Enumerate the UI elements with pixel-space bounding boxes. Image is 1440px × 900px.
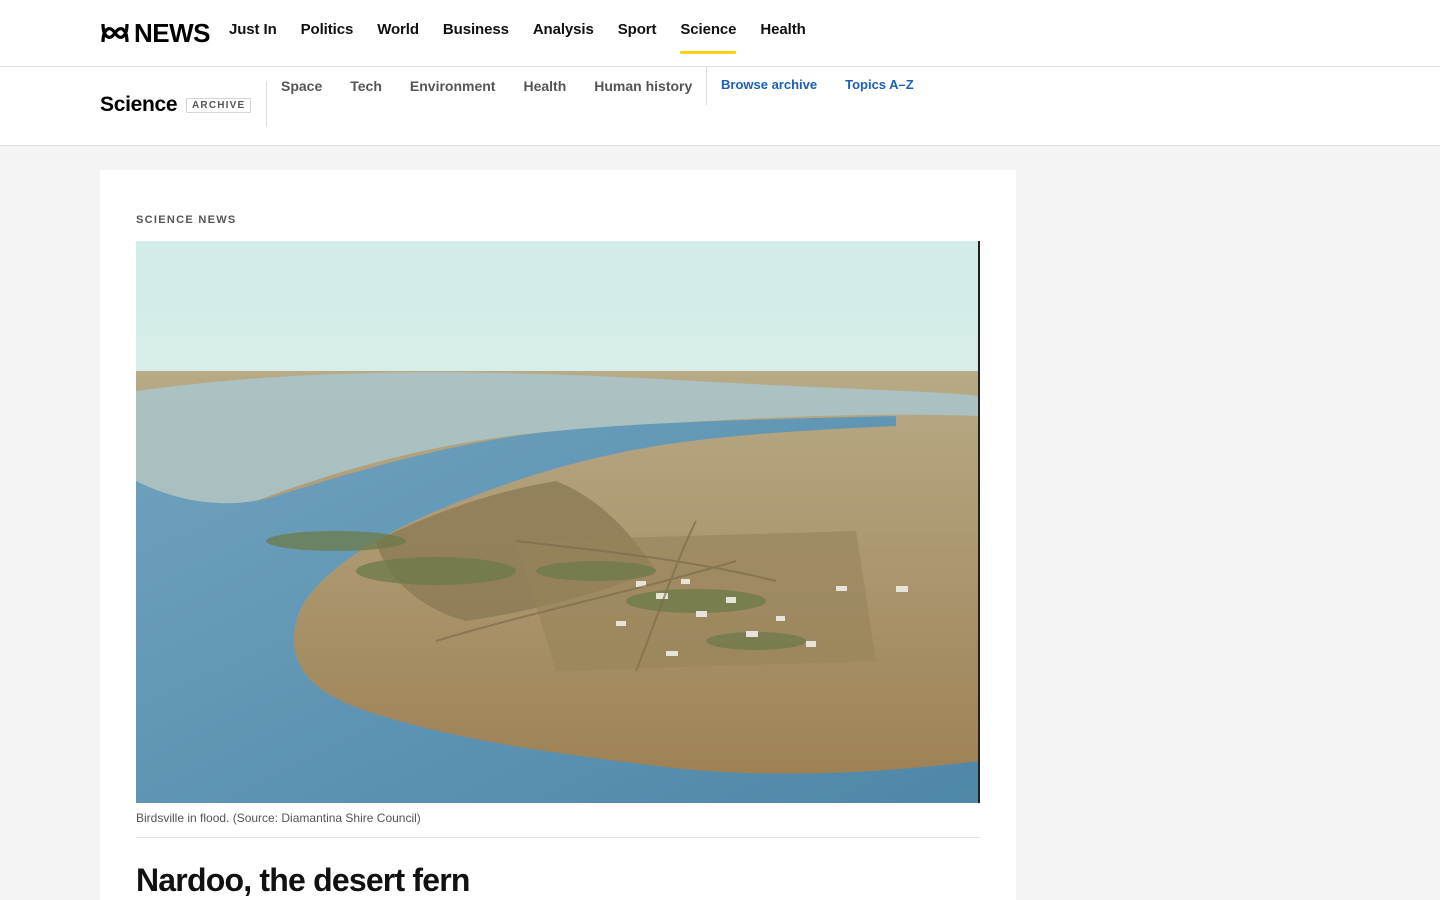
image-caption: Birdsville in flood. (Source: Diamantina… bbox=[136, 811, 421, 825]
nav-business[interactable]: Business bbox=[443, 0, 509, 54]
section-title[interactable]: Science bbox=[100, 93, 178, 117]
subnav-human-history[interactable]: Human history bbox=[594, 78, 692, 94]
divider bbox=[706, 67, 707, 105]
nav-science[interactable]: Science bbox=[680, 0, 737, 54]
subnav-environment[interactable]: Environment bbox=[410, 78, 496, 94]
nav-just-in[interactable]: Just In bbox=[229, 0, 277, 54]
subnav-health[interactable]: Health bbox=[523, 78, 566, 94]
nav-politics[interactable]: Politics bbox=[301, 0, 354, 54]
utility-nav: Browse archive Topics A–Z bbox=[721, 77, 914, 92]
nav-sport[interactable]: Sport bbox=[618, 0, 657, 54]
archive-badge: ARCHIVE bbox=[186, 98, 252, 113]
nav-world[interactable]: World bbox=[377, 0, 419, 54]
aerial-flood-photo-icon bbox=[136, 241, 980, 803]
main-nav: Just In Politics World Business Analysis… bbox=[229, 0, 806, 66]
divider bbox=[266, 81, 267, 127]
hero-image bbox=[136, 241, 980, 803]
abc-news-logo[interactable]: NEWS bbox=[100, 18, 211, 48]
abc-logo-icon bbox=[101, 23, 129, 43]
top-navigation-bar: NEWS Just In Politics World Business Ana… bbox=[0, 0, 1440, 67]
subnav-space[interactable]: Space bbox=[281, 78, 322, 94]
divider bbox=[136, 837, 980, 838]
subnav-tech[interactable]: Tech bbox=[350, 78, 382, 94]
nav-analysis[interactable]: Analysis bbox=[533, 0, 594, 54]
nav-health[interactable]: Health bbox=[760, 0, 805, 54]
article-headline: Nardoo, the desert fern bbox=[136, 862, 470, 898]
article-kicker: SCIENCE NEWS bbox=[136, 214, 237, 226]
section-subnav: Space Tech Environment Health Human hist… bbox=[281, 78, 692, 94]
section-header: Science ARCHIVE Space Tech Environment H… bbox=[0, 67, 1440, 146]
article-card: SCIENCE NEWS Birdsville in flood. (Sourc… bbox=[100, 170, 1016, 900]
browse-archive-link[interactable]: Browse archive bbox=[721, 77, 817, 92]
logo-text: NEWS bbox=[134, 18, 211, 48]
topics-az-link[interactable]: Topics A–Z bbox=[845, 77, 914, 92]
